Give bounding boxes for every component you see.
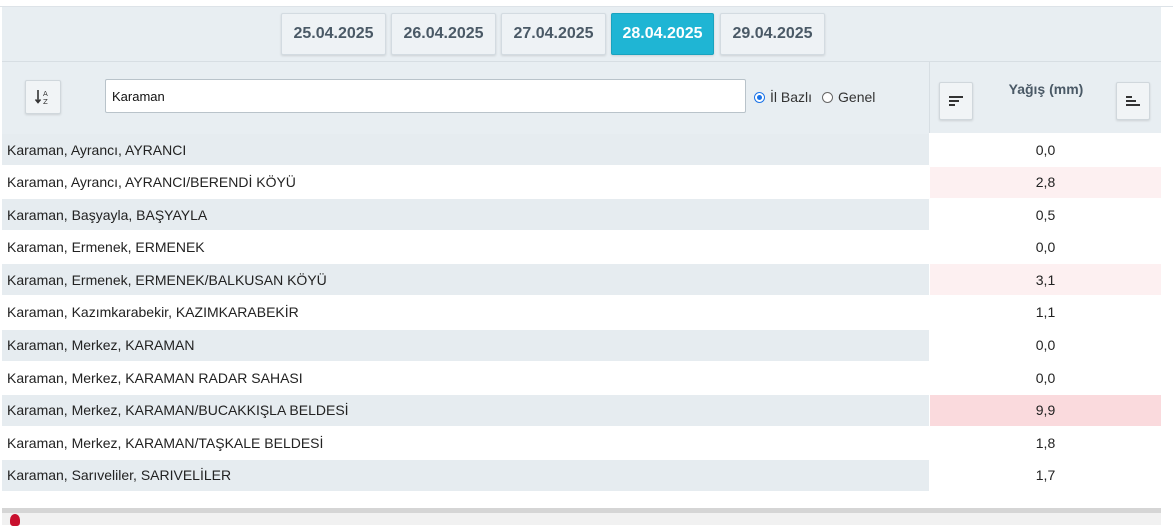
table-row[interactable]: Karaman, Merkez, KARAMAN/TAŞKALE BELDESİ… xyxy=(2,427,1161,460)
rainfall-value: 1,8 xyxy=(1035,434,1056,451)
radio-genel[interactable]: Genel xyxy=(822,89,875,105)
station-name: Karaman, Merkez, KARAMAN xyxy=(2,329,929,361)
station-name: Karaman, Merkez, KARAMAN RADAR SAHASI xyxy=(2,362,929,394)
sort-descending-icon xyxy=(949,96,963,106)
rainfall-value: 1,7 xyxy=(1035,467,1056,484)
radio-label-genel: Genel xyxy=(838,89,876,105)
table-row[interactable]: Karaman, Ermenek, ERMENEK/BALKUSAN KÖYÜ … xyxy=(2,264,1161,297)
sort-descending-button[interactable] xyxy=(939,82,973,120)
date-button-28-04[interactable]: 28.04.2025 xyxy=(611,13,714,55)
table-row[interactable]: Karaman, Başyayla, BAŞYAYLA 0,5 xyxy=(2,199,1161,232)
station-name: Karaman, Ermenek, ERMENEK xyxy=(2,231,929,263)
sort-ascending-icon xyxy=(1126,96,1140,106)
station-name: Karaman, Başyayla, BAŞYAYLA xyxy=(2,199,929,231)
station-name: Karaman, Merkez, KARAMAN/BUCAKKIŞLA BELD… xyxy=(2,394,929,426)
table-row[interactable]: Karaman, Ayrancı, AYRANCI/BERENDİ KÖYÜ 2… xyxy=(2,166,1161,200)
date-button-27-04[interactable]: 27.04.2025 xyxy=(501,13,606,55)
station-name: Karaman, Merkez, KARAMAN/TAŞKALE BELDESİ xyxy=(2,427,929,459)
rainfall-value: 0,0 xyxy=(1035,337,1056,354)
map-marker-icon xyxy=(10,514,20,526)
sort-ascending-button[interactable] xyxy=(1116,82,1150,120)
rainfall-value: 0,0 xyxy=(1035,369,1056,386)
station-name: Karaman, Ayrancı, AYRANCI/BERENDİ KÖYÜ xyxy=(2,166,929,198)
date-selector-bar: 25.04.2025 26.04.2025 27.04.2025 28.04.2… xyxy=(2,7,1161,61)
date-button-25-04[interactable]: 25.04.2025 xyxy=(281,13,386,55)
table-row[interactable]: Karaman, Ayrancı, AYRANCI 0,0 xyxy=(2,134,1161,167)
table-row[interactable]: Karaman, Ermenek, ERMENEK 0,0 xyxy=(2,231,1161,265)
table-row[interactable]: Karaman, Sarıveliler, SARIVELİLER 1,7 xyxy=(2,459,1161,493)
sort-alpha-icon: A Z xyxy=(34,90,48,106)
rainfall-value: 3,1 xyxy=(930,264,1161,296)
rainfall-value: 9,9 xyxy=(930,394,1161,426)
rainfall-value: 0,5 xyxy=(1035,206,1056,223)
station-table: Karaman, Ayrancı, AYRANCI 0,0 Karaman, A… xyxy=(2,134,1161,493)
rainfall-value: 1,1 xyxy=(1035,304,1056,321)
svg-text:A: A xyxy=(43,90,48,98)
station-name: Karaman, Sarıveliler, SARIVELİLER xyxy=(2,459,929,491)
station-name: Karaman, Ermenek, ERMENEK/BALKUSAN KÖYÜ xyxy=(2,264,929,296)
radio-label-il-bazli: İl Bazlı xyxy=(770,89,813,105)
svg-text:Z: Z xyxy=(43,98,48,106)
date-button-29-04[interactable]: 29.04.2025 xyxy=(720,13,825,55)
radio-il-bazli[interactable]: İl Bazlı xyxy=(754,89,812,105)
rainfall-value: 0,0 xyxy=(1035,239,1056,256)
table-row[interactable]: Karaman, Merkez, KARAMAN/BUCAKKIŞLA BELD… xyxy=(2,394,1161,428)
rainfall-column-header: Yağış (mm) xyxy=(929,61,1161,133)
filter-bar: A Z İl Bazlı Genel xyxy=(2,61,929,134)
search-input[interactable] xyxy=(105,79,746,113)
rainfall-value: 0,0 xyxy=(1035,141,1056,158)
scope-radio-group: İl Bazlı Genel xyxy=(754,86,885,108)
table-row[interactable]: Karaman, Merkez, KARAMAN RADAR SAHASI 0,… xyxy=(2,362,1161,395)
top-divider xyxy=(0,0,1173,7)
table-row[interactable]: Karaman, Merkez, KARAMAN 0,0 xyxy=(2,329,1161,363)
radio-button-checked[interactable] xyxy=(754,91,765,103)
radio-button-unchecked[interactable] xyxy=(822,91,834,103)
sort-alpha-button[interactable]: A Z xyxy=(25,80,61,114)
bottom-scroll-area xyxy=(2,508,1161,525)
station-name: Karaman, Kazımkarabekir, KAZIMKARABEKİR xyxy=(2,296,929,328)
rainfall-value: 2,8 xyxy=(930,166,1161,198)
date-button-26-04[interactable]: 26.04.2025 xyxy=(391,13,496,55)
table-row[interactable]: Karaman, Kazımkarabekir, KAZIMKARABEKİR … xyxy=(2,296,1161,330)
station-name: Karaman, Ayrancı, AYRANCI xyxy=(2,134,929,165)
